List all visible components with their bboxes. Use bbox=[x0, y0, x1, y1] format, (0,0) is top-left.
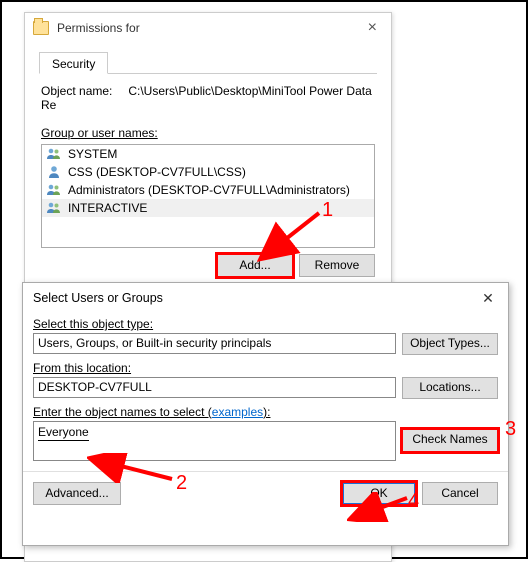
list-item-label: Administrators (DESKTOP-CV7FULL\Administ… bbox=[68, 183, 350, 197]
tabs: Security bbox=[39, 51, 377, 74]
user-icon bbox=[46, 164, 62, 180]
users-icon bbox=[46, 200, 62, 216]
select-users-dialog: Select Users or Groups ✕ Select this obj… bbox=[22, 282, 509, 546]
list-item[interactable]: CSS (DESKTOP-CV7FULL\CSS) bbox=[42, 163, 374, 181]
enter-names-label: Enter the object names to select (exampl… bbox=[33, 405, 498, 419]
object-name-label: Object name: bbox=[41, 84, 125, 98]
users-icon bbox=[46, 182, 62, 198]
object-types-button[interactable]: Object Types... bbox=[402, 333, 498, 355]
tab-security[interactable]: Security bbox=[39, 52, 108, 74]
object-type-field: Users, Groups, or Built-in security prin… bbox=[33, 333, 396, 354]
remove-button[interactable]: Remove bbox=[299, 254, 375, 277]
enter-names-label-pre: Enter the object names to select ( bbox=[33, 405, 212, 419]
advanced-button[interactable]: Advanced... bbox=[33, 482, 121, 505]
list-item-label: CSS (DESKTOP-CV7FULL\CSS) bbox=[68, 165, 246, 179]
annotation-number-4: 4 bbox=[408, 490, 419, 513]
examples-link[interactable]: examples bbox=[212, 405, 263, 419]
add-button[interactable]: Add... bbox=[217, 254, 293, 277]
folder-icon bbox=[33, 21, 49, 35]
ok-button[interactable]: OK bbox=[342, 482, 416, 505]
object-names-input[interactable]: Everyone bbox=[33, 421, 396, 461]
close-icon[interactable]: × bbox=[362, 19, 383, 37]
object-name-row: Object name: C:\Users\Public\Desktop\Min… bbox=[41, 84, 375, 112]
group-names-label: Group or user names: bbox=[41, 126, 375, 140]
group-listbox[interactable]: SYSTEM CSS (DESKTOP-CV7FULL\CSS) Adminis… bbox=[41, 144, 375, 248]
annotation-number-1: 1 bbox=[322, 199, 333, 222]
enter-names-label-post: ): bbox=[263, 405, 270, 419]
list-item-label: SYSTEM bbox=[68, 147, 117, 161]
close-icon[interactable]: ✕ bbox=[468, 284, 508, 312]
select-users-title-text: Select Users or Groups bbox=[33, 291, 163, 305]
users-icon bbox=[46, 146, 62, 162]
permissions-title-text: Permissions for bbox=[57, 21, 140, 35]
from-location-field: DESKTOP-CV7FULL bbox=[33, 377, 396, 398]
object-type-label: Select this object type: bbox=[33, 317, 498, 331]
list-item-label: INTERACTIVE bbox=[68, 201, 147, 215]
permissions-titlebar: Permissions for × bbox=[25, 13, 391, 43]
list-item[interactable]: Administrators (DESKTOP-CV7FULL\Administ… bbox=[42, 181, 374, 199]
annotation-number-3: 3 bbox=[505, 418, 516, 441]
cancel-button[interactable]: Cancel bbox=[422, 482, 498, 505]
select-users-titlebar: Select Users or Groups ✕ bbox=[23, 283, 508, 313]
from-location-label: From this location: bbox=[33, 361, 498, 375]
list-item[interactable]: SYSTEM bbox=[42, 145, 374, 163]
locations-button[interactable]: Locations... bbox=[402, 377, 498, 399]
object-names-value: Everyone bbox=[38, 424, 89, 441]
check-names-button[interactable]: Check Names bbox=[402, 429, 498, 452]
annotation-number-2: 2 bbox=[176, 472, 187, 495]
